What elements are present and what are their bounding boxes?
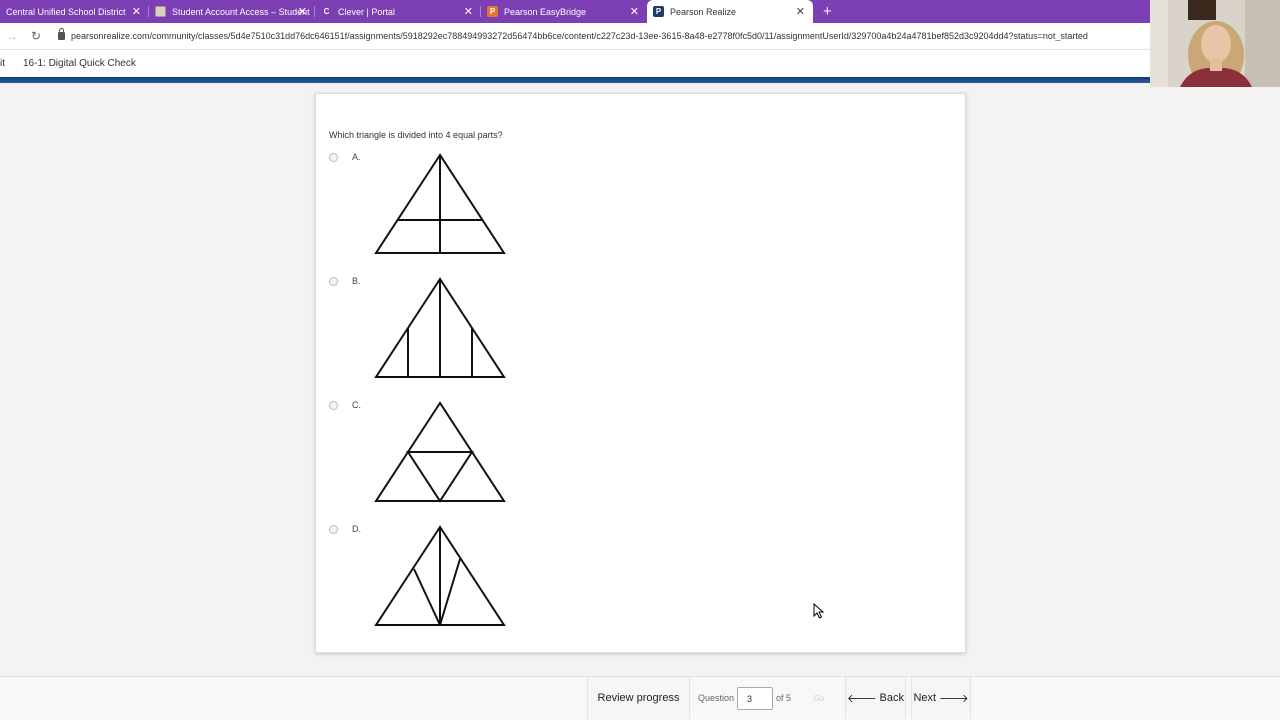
question-card: Which triangle is divided into 4 equal p… xyxy=(315,93,966,653)
option-d-letter: D. xyxy=(352,524,361,534)
reload-icon[interactable]: ↻ xyxy=(24,29,48,43)
tab-pearson-easybridge[interactable]: P Pearson EasyBridge ✕ xyxy=(481,0,647,23)
back-button[interactable]: 🡐 Back xyxy=(845,677,906,719)
header-accent-band xyxy=(0,77,1280,83)
close-icon[interactable]: ✕ xyxy=(132,5,141,18)
close-icon[interactable]: ✕ xyxy=(298,5,307,18)
tab-title: Student Account Access – Student xyxy=(172,6,310,17)
mouse-cursor-icon xyxy=(813,603,825,619)
lock-icon xyxy=(58,28,65,40)
triangle-b-figure xyxy=(374,277,506,378)
triangle-c-figure xyxy=(374,401,506,503)
triangle-a-figure xyxy=(374,153,506,254)
assignment-title: 16-1: Digital Quick Check xyxy=(23,58,136,69)
option-c-radio[interactable] xyxy=(329,401,338,410)
next-button-label: Next xyxy=(913,692,937,704)
tab-clever-portal[interactable]: C Clever | Portal ✕ xyxy=(315,0,481,23)
question-number-input[interactable] xyxy=(737,687,773,710)
option-d[interactable]: D. xyxy=(329,524,529,635)
presenter-video-icon xyxy=(1150,0,1280,87)
option-b-radio[interactable] xyxy=(329,277,338,286)
arrow-right-icon: 🡒 xyxy=(939,693,969,705)
tab-title: Pearson Realize xyxy=(670,6,737,17)
next-button[interactable]: Next 🡒 xyxy=(911,677,971,719)
forward-icon[interactable]: → xyxy=(0,29,24,43)
question-label: Question xyxy=(698,693,735,703)
clever-icon: C xyxy=(323,7,330,16)
browser-tab-strip: Central Unified School District ✕ Studen… xyxy=(0,0,1280,23)
webcam-overlay xyxy=(1150,0,1280,87)
pearson-icon: P xyxy=(487,6,498,17)
close-icon[interactable]: ✕ xyxy=(630,5,639,18)
address-bar: → ↻ pearsonrealize.com/community/classes… xyxy=(0,23,1150,50)
option-d-radio[interactable] xyxy=(329,525,338,534)
tab-student-account-access[interactable]: Student Account Access – Student ✕ xyxy=(149,0,315,23)
review-progress-button[interactable]: Review progress xyxy=(587,677,690,719)
option-b-letter: B. xyxy=(352,276,361,286)
pearson-realize-icon: P xyxy=(653,6,664,17)
back-button-label: Back xyxy=(879,692,904,704)
option-c[interactable]: C. xyxy=(329,400,529,511)
tab-pearson-realize[interactable]: P Pearson Realize ✕ xyxy=(647,0,813,23)
option-c-letter: C. xyxy=(352,400,361,410)
tab-title: Clever | Portal xyxy=(338,6,395,17)
close-icon[interactable]: ✕ xyxy=(464,5,473,18)
triangle-d-figure xyxy=(374,525,506,626)
option-b[interactable]: B. xyxy=(329,276,529,387)
new-tab-button[interactable]: + xyxy=(813,3,842,23)
app-header: it 16-1: Digital Quick Check xyxy=(0,50,1150,77)
exit-link[interactable]: it xyxy=(0,58,5,69)
tab-title: Pearson EasyBridge xyxy=(504,6,587,17)
go-button[interactable]: Go xyxy=(806,688,832,708)
tab-central-unified[interactable]: Central Unified School District ✕ xyxy=(0,0,149,23)
option-a[interactable]: A. xyxy=(329,152,529,263)
option-a-radio[interactable] xyxy=(329,153,338,162)
close-icon[interactable]: ✕ xyxy=(796,5,805,18)
arrow-left-icon: 🡐 xyxy=(847,693,877,705)
question-total-label: of 5 xyxy=(776,693,792,703)
url-field[interactable]: pearsonrealize.com/community/classes/5d4… xyxy=(71,31,1146,41)
tab-title: Central Unified School District xyxy=(6,6,126,17)
question-prompt: Which triangle is divided into 4 equal p… xyxy=(329,130,503,140)
account-icon xyxy=(155,6,166,17)
option-a-letter: A. xyxy=(352,152,361,162)
